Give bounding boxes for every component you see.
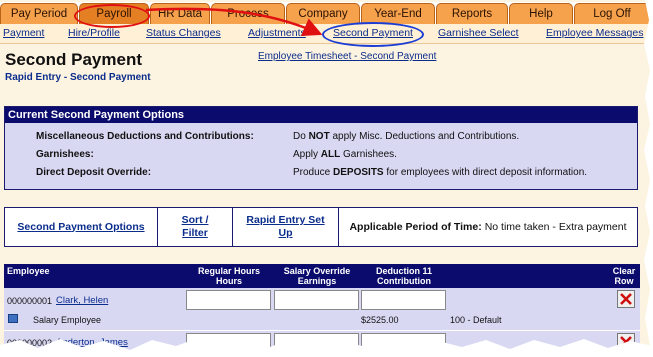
option-row-misc-deductions: Miscellaneous Deductions and Contributio… xyxy=(5,131,637,147)
employee-type: Salary Employee xyxy=(33,315,102,325)
sort-filter-link[interactable]: Sort / Filter xyxy=(158,208,233,246)
clear-row-button[interactable] xyxy=(617,333,635,351)
col-clear-row: Clear Row xyxy=(612,266,636,286)
salary-override-input[interactable] xyxy=(274,290,359,310)
salary-override-input[interactable] xyxy=(274,333,359,353)
regular-hours-input[interactable] xyxy=(186,290,271,310)
option-label: Direct Deposit Override: xyxy=(36,167,152,178)
employee-name-link[interactable]: Clark, Helen xyxy=(56,295,108,306)
regular-hours-input[interactable] xyxy=(186,333,271,353)
option-row-direct-deposit: Direct Deposit Override: Produce DEPOSIT… xyxy=(5,167,637,183)
rapid-entry-setup-link[interactable]: Rapid Entry Set Up xyxy=(233,208,339,246)
expand-row-icon[interactable] xyxy=(8,314,18,323)
table-row: 000000002 Anderton, James xyxy=(4,330,640,357)
annotation-arrow-icon xyxy=(145,7,323,37)
action-bar: Second Payment Options Sort / Filter Rapi… xyxy=(4,207,638,247)
close-icon xyxy=(620,293,632,305)
close-icon xyxy=(620,336,632,348)
employee-id: 000000001 xyxy=(7,296,53,306)
option-value: Produce DEPOSITS for employees with dire… xyxy=(293,167,588,178)
col-employee: Employee xyxy=(7,266,50,276)
current-options-panel: Current Second Payment Options Miscellan… xyxy=(4,106,638,190)
col-regular-hours: Regular Hours Hours xyxy=(197,266,260,286)
option-row-garnishees: Garnishees: Apply ALL Garnishees. xyxy=(5,149,637,165)
employee-id: 000000002 xyxy=(7,338,53,348)
app-window: Pay Period Payroll HR Data Process Compa… xyxy=(0,0,653,357)
page-subtitle: Rapid Entry - Second Payment xyxy=(5,72,151,83)
second-payment-options-link[interactable]: Second Payment Options xyxy=(5,208,158,246)
option-label: Garnishees: xyxy=(36,149,94,160)
deduction-amount: $2525.00 xyxy=(361,315,399,325)
default-code: 100 - Default xyxy=(450,315,502,325)
option-value: Apply ALL Garnishees. xyxy=(293,149,397,160)
col-deduction-11: Deduction 11 Contribution xyxy=(375,266,432,286)
option-value: Do NOT apply Misc. Deductions and Contri… xyxy=(293,131,520,142)
deduction-11-input[interactable] xyxy=(361,290,446,310)
option-label: Miscellaneous Deductions and Contributio… xyxy=(36,131,254,142)
col-salary-override: Salary Override Earnings xyxy=(283,266,351,286)
applicable-period: Applicable Period of Time: No time taken … xyxy=(349,221,627,233)
employee-name-link[interactable]: Anderton, James xyxy=(56,337,128,348)
employee-grid-header: Employee Regular Hours Hours Salary Overr… xyxy=(4,264,640,288)
deduction-11-input[interactable] xyxy=(361,333,446,353)
options-panel-header: Current Second Payment Options xyxy=(5,107,637,123)
table-row: 000000001 Clark, Helen Salary Employee $… xyxy=(4,288,640,330)
clear-row-button[interactable] xyxy=(617,290,635,308)
